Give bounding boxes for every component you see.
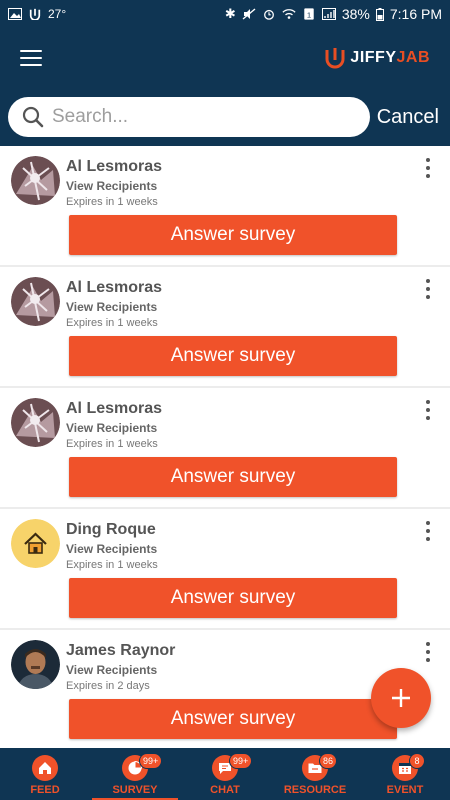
nav-label: RESOURCE [283,784,347,796]
expiry-text: Expires in 1 weeks [66,196,158,208]
view-recipients-link[interactable]: View Recipients [66,663,157,677]
nav-item-feed[interactable]: FEED [0,748,90,800]
more-options-icon[interactable] [424,521,432,541]
view-recipients-link[interactable]: View Recipients [66,542,157,556]
hamburger-menu-icon[interactable] [20,50,42,66]
notification-badge: 8 [409,753,425,769]
answer-survey-button[interactable]: Answer survey [69,336,397,376]
answer-survey-button[interactable]: Answer survey [69,699,397,739]
sim-icon: 1 [304,8,314,20]
avatar[interactable] [11,640,60,689]
survey-card: Al Lesmoras View Recipients Expires in 1… [0,267,450,386]
nav-item-event[interactable]: 8 EVENT [360,748,450,800]
avatar[interactable] [11,519,60,568]
battery-percent: 38% [341,6,370,22]
answer-survey-button[interactable]: Answer survey [69,215,397,255]
status-bar: 27° ✱ 1 38% 7:16 PM [0,0,450,28]
nav-item-survey[interactable]: 99+ SURVEY [90,748,180,800]
more-options-icon[interactable] [424,400,432,420]
avatar[interactable] [11,156,60,205]
temperature-text: 27° [48,7,67,21]
view-recipients-link[interactable]: View Recipients [66,179,157,193]
expiry-text: Expires in 1 weeks [66,438,158,450]
mute-icon [242,8,256,20]
signal-icon [321,8,336,20]
more-options-icon[interactable] [424,158,432,178]
view-recipients-link[interactable]: View Recipients [66,300,157,314]
jiffyjab-status-icon [29,8,41,20]
view-recipients-link[interactable]: View Recipients [66,421,157,435]
svg-text:1: 1 [307,10,311,19]
nav-item-chat[interactable]: 99+ CHAT [180,748,270,800]
expiry-text: Expires in 2 days [66,680,150,692]
notification-badge: 99+ [229,753,253,769]
more-options-icon[interactable] [424,642,432,662]
jiffyjab-logo-icon [325,48,345,69]
bottom-nav: FEED 99+ SURVEY 99+ CHAT 86 RESOURCE 8 E… [0,748,450,800]
wifi-icon [282,9,296,19]
nav-label: EVENT [386,784,424,796]
search-input[interactable] [52,106,332,128]
answer-survey-button[interactable]: Answer survey [69,578,397,618]
author-name: Ding Roque [66,521,156,538]
author-name: James Raynor [66,642,176,659]
answer-survey-button[interactable]: Answer survey [69,457,397,497]
survey-list[interactable]: Al Lesmoras View Recipients Expires in 1… [0,146,450,748]
clock-time: 7:16 PM [389,6,442,22]
brand-logo: JIFFYJAB [324,47,430,69]
avatar[interactable] [11,277,60,326]
app-header: JIFFYJAB [0,28,450,88]
author-name: Al Lesmoras [66,158,163,175]
search-bar: Cancel [0,88,450,146]
nav-item-resource[interactable]: 86 RESOURCE [270,748,360,800]
more-options-icon[interactable] [424,279,432,299]
expiry-text: Expires in 1 weeks [66,317,158,329]
brand-text-jab: JAB [396,49,430,66]
brand-text-jiffy: JIFFY [350,49,397,66]
nav-label: CHAT [210,784,240,796]
search-box [8,97,370,137]
bluetooth-icon: ✱ [224,6,236,21]
author-name: Al Lesmoras [66,279,163,296]
home-icon [39,762,51,774]
plus-icon [392,689,410,707]
survey-card: Ding Roque View Recipients Expires in 1 … [0,509,450,628]
cancel-button[interactable]: Cancel [377,106,442,129]
notification-badge: 86 [319,753,338,769]
author-name: Al Lesmoras [66,400,163,417]
notification-badge: 99+ [139,753,163,769]
nav-label: SURVEY [112,784,158,796]
nav-label: FEED [30,784,60,796]
gallery-icon [8,8,22,20]
alarm-icon [263,9,274,20]
survey-card: Al Lesmoras View Recipients Expires in 1… [0,388,450,507]
survey-card: Al Lesmoras View Recipients Expires in 1… [0,146,450,265]
search-icon [22,106,44,128]
battery-icon [375,7,384,21]
add-survey-fab[interactable] [371,668,431,728]
expiry-text: Expires in 1 weeks [66,559,158,571]
avatar[interactable] [11,398,60,447]
